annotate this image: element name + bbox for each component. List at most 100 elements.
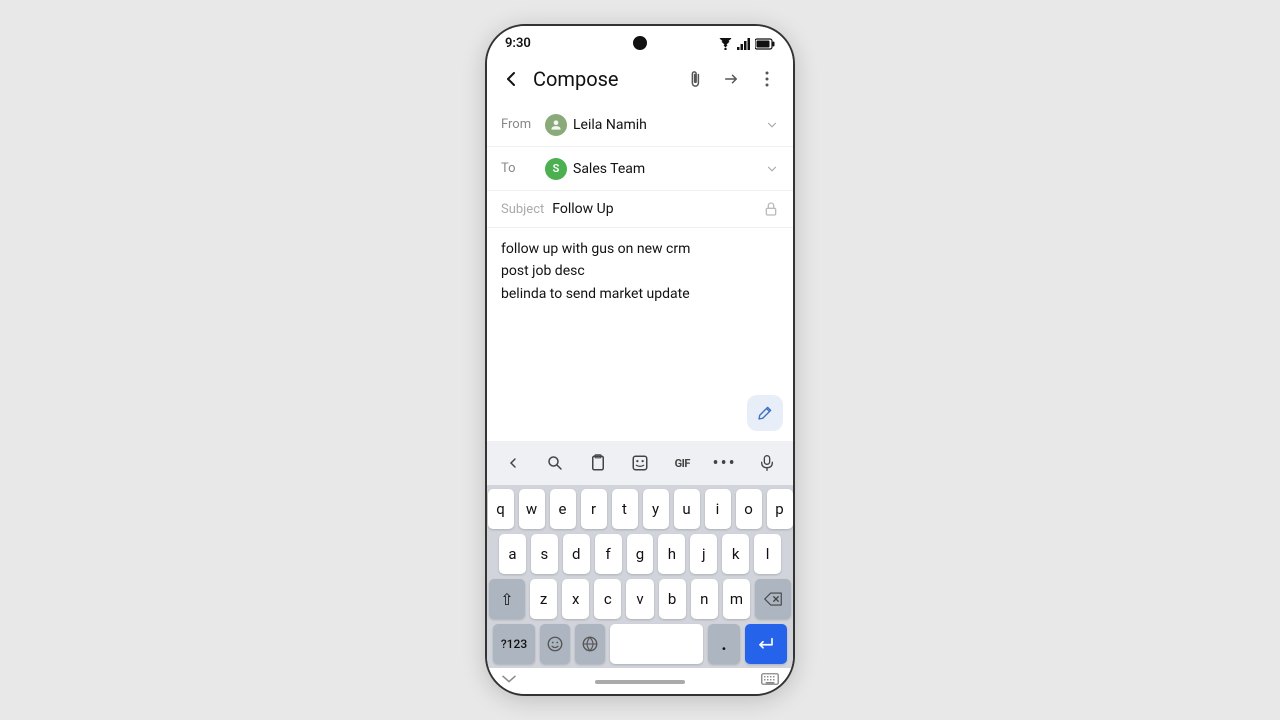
more-button[interactable] bbox=[751, 63, 783, 95]
pencil-icon bbox=[756, 404, 774, 422]
subject-value: Follow Up bbox=[552, 201, 763, 217]
enter-key[interactable] bbox=[745, 624, 787, 664]
space-key[interactable] bbox=[610, 624, 703, 664]
to-value: S Sales Team bbox=[545, 158, 765, 180]
chevron-down-button[interactable] bbox=[501, 674, 517, 684]
wifi-icon bbox=[718, 38, 733, 50]
subject-label: Subject bbox=[501, 202, 544, 217]
gif-label: GIF bbox=[675, 457, 690, 470]
to-label: To bbox=[501, 161, 545, 176]
key-b[interactable]: b bbox=[659, 579, 686, 619]
key-t[interactable]: t bbox=[612, 489, 638, 529]
emoji-key[interactable] bbox=[540, 624, 570, 664]
key-c[interactable]: c bbox=[594, 579, 621, 619]
key-a[interactable]: a bbox=[499, 534, 526, 574]
keyboard-clipboard-button[interactable] bbox=[582, 447, 614, 479]
to-avatar: S bbox=[545, 158, 567, 180]
key-j[interactable]: j bbox=[690, 534, 717, 574]
key-p[interactable]: p bbox=[767, 489, 793, 529]
key-v[interactable]: v bbox=[626, 579, 653, 619]
to-name: Sales Team bbox=[573, 161, 645, 177]
keyboard-back-button[interactable] bbox=[497, 447, 529, 479]
key-k[interactable]: k bbox=[722, 534, 749, 574]
key-i[interactable]: i bbox=[705, 489, 731, 529]
backspace-key[interactable] bbox=[755, 579, 791, 619]
body-line2: post job desc bbox=[501, 260, 779, 282]
body-line1: follow up with gus on new crm bbox=[501, 238, 779, 260]
shift-key[interactable]: ⇧ bbox=[489, 579, 525, 619]
keyboard-grid-button[interactable] bbox=[761, 672, 779, 686]
header-actions bbox=[679, 63, 783, 95]
keyboard-icon bbox=[761, 672, 779, 686]
from-row[interactable]: From Leila Namih bbox=[487, 103, 793, 147]
keyboard-gif-button[interactable]: GIF bbox=[666, 447, 698, 479]
from-label: From bbox=[501, 117, 545, 132]
from-value: Leila Namih bbox=[545, 114, 765, 136]
key-z[interactable]: z bbox=[530, 579, 557, 619]
key-e[interactable]: e bbox=[550, 489, 576, 529]
keyboard-more-button[interactable]: ••• bbox=[709, 447, 741, 479]
key-q[interactable]: q bbox=[488, 489, 514, 529]
from-chevron-icon bbox=[765, 118, 779, 132]
send-icon bbox=[722, 70, 740, 88]
sticker-icon bbox=[631, 454, 649, 472]
key-n[interactable]: n bbox=[691, 579, 718, 619]
globe-icon bbox=[581, 635, 599, 653]
to-row[interactable]: To S Sales Team bbox=[487, 147, 793, 191]
from-avatar bbox=[545, 114, 567, 136]
edit-fab-button[interactable] bbox=[747, 395, 783, 431]
subject-row[interactable]: Subject Follow Up bbox=[487, 191, 793, 228]
key-s[interactable]: s bbox=[531, 534, 558, 574]
key-w[interactable]: w bbox=[519, 489, 545, 529]
body-line3: belinda to send market update bbox=[501, 283, 779, 305]
key-h[interactable]: h bbox=[658, 534, 685, 574]
attach-button[interactable] bbox=[679, 63, 711, 95]
status-icons bbox=[718, 38, 775, 50]
key-u[interactable]: u bbox=[674, 489, 700, 529]
emoji-icon bbox=[546, 635, 564, 653]
key-l[interactable]: l bbox=[754, 534, 781, 574]
attach-icon bbox=[686, 70, 704, 88]
keyboard-sticker-button[interactable] bbox=[624, 447, 656, 479]
send-button[interactable] bbox=[715, 63, 747, 95]
signal-icon bbox=[737, 38, 751, 50]
keyboard-row-2: a s d f g h j k l bbox=[489, 534, 791, 574]
camera-notch bbox=[633, 36, 647, 50]
back-arrow-icon bbox=[501, 69, 521, 89]
clipboard-icon bbox=[589, 454, 607, 472]
status-bar: 9:30 bbox=[487, 26, 793, 55]
keyboard-row-3: ⇧ z x c v b n m bbox=[489, 579, 791, 619]
key-g[interactable]: g bbox=[627, 534, 654, 574]
keyboard-mic-button[interactable] bbox=[751, 447, 783, 479]
key-y[interactable]: y bbox=[643, 489, 669, 529]
lock-icon bbox=[763, 201, 779, 217]
mic-icon bbox=[759, 454, 775, 472]
keyboard-row-1: q w e r t y u i o p bbox=[489, 489, 791, 529]
backspace-icon bbox=[764, 592, 782, 606]
to-chevron-icon bbox=[765, 162, 779, 176]
status-time: 9:30 bbox=[505, 36, 531, 51]
numbers-key[interactable]: ?123 bbox=[493, 624, 535, 664]
key-o[interactable]: o bbox=[736, 489, 762, 529]
from-avatar-icon bbox=[549, 118, 563, 132]
keyboard-more-icon: ••• bbox=[713, 453, 737, 474]
globe-key[interactable] bbox=[575, 624, 605, 664]
dot-key[interactable]: . bbox=[708, 624, 740, 664]
search-icon bbox=[546, 454, 564, 472]
back-button[interactable] bbox=[493, 61, 529, 97]
from-name: Leila Namih bbox=[573, 117, 647, 133]
keyboard-toolbar: GIF ••• bbox=[487, 441, 793, 485]
keyboard-search-button[interactable] bbox=[539, 447, 571, 479]
key-r[interactable]: r bbox=[581, 489, 607, 529]
key-d[interactable]: d bbox=[563, 534, 590, 574]
key-x[interactable]: x bbox=[562, 579, 589, 619]
compose-title: Compose bbox=[533, 67, 679, 91]
email-body[interactable]: follow up with gus on new crm post job d… bbox=[487, 228, 793, 441]
phone-shell: 9:30 bbox=[485, 24, 795, 696]
key-m[interactable]: m bbox=[723, 579, 750, 619]
more-icon bbox=[765, 70, 769, 88]
keyboard[interactable]: q w e r t y u i o p a s d f g h j k l ⇧ … bbox=[487, 485, 793, 668]
key-f[interactable]: f bbox=[595, 534, 622, 574]
enter-icon bbox=[757, 637, 775, 651]
keyboard-row-4: ?123 . bbox=[489, 624, 791, 666]
